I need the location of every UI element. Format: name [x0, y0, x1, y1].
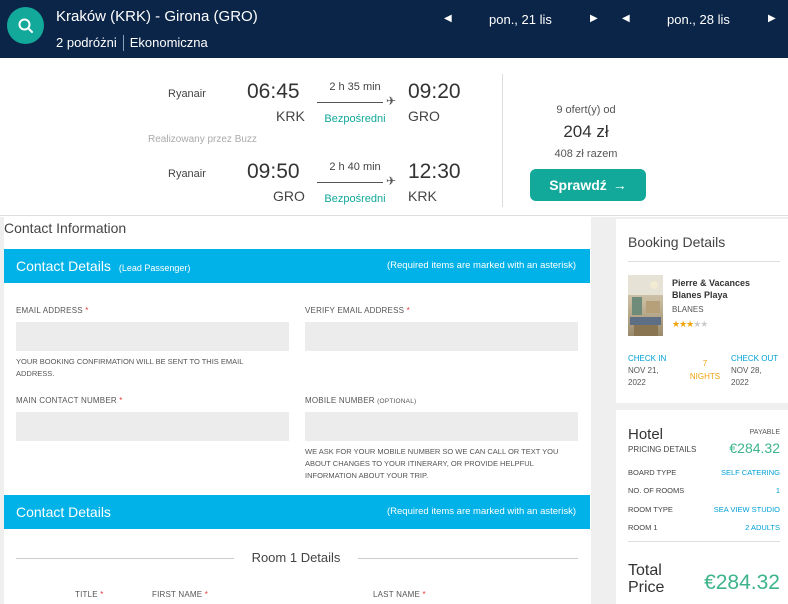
email-field[interactable]	[16, 322, 289, 351]
outbound-duration: 2 h 35 min	[329, 81, 381, 93]
hotel-photo-icon	[628, 275, 663, 336]
outbound-airline: Ryanair	[168, 88, 206, 100]
check-out-label: CHECK OUT	[731, 354, 779, 363]
room-type-value: SEA VIEW STUDIO	[713, 505, 780, 514]
star-full-icon: ★★★	[672, 319, 694, 329]
last-name-label: LAST NAME *	[373, 590, 426, 599]
hotel-image[interactable]	[628, 275, 663, 336]
email-label: EMAIL ADDRESS *	[16, 306, 89, 315]
board-type-value: SELF CATERING	[720, 468, 780, 477]
outbound-route-line	[317, 102, 383, 103]
hotel-payable-price: €284.32	[729, 440, 780, 456]
divider	[628, 261, 780, 262]
contact-details-header: Contact Details (Lead Passenger) (Requir…	[4, 249, 590, 283]
divider	[628, 541, 780, 542]
verify-email-field[interactable]	[305, 322, 578, 351]
required-items-note: (Required items are marked with an aster…	[386, 506, 576, 517]
board-type-label: BOARD TYPE	[628, 468, 677, 477]
payable-label: PAYABLE	[749, 429, 780, 436]
hotel-star-rating: ★★★★★	[672, 319, 708, 330]
divider	[16, 558, 234, 559]
arrow-right-icon: →	[612, 177, 627, 193]
mobile-help-text: WE ASK FOR YOUR MOBILE NUMBER SO WE CAN …	[305, 447, 559, 480]
divider	[122, 35, 124, 51]
check-out-date: NOV 28, 2022	[731, 366, 762, 387]
star-empty-icon: ★★	[693, 319, 708, 329]
outbound-departure-time: 06:45	[247, 80, 300, 103]
email-help-text: YOUR BOOKING CONFIRMATION WILL BE SENT T…	[16, 357, 244, 378]
contact-details-header-2: Contact Details (Required items are mark…	[4, 495, 590, 529]
main-contact-number-field[interactable]	[16, 412, 289, 441]
inbound-arrival-code: KRK	[408, 188, 437, 204]
mobile-number-field[interactable]	[305, 412, 578, 441]
room-1-occupancy: 2 ADULTS	[745, 523, 780, 532]
hotel-name[interactable]: Pierre & Vacances Blanes Playa	[672, 277, 782, 301]
flight-total-price: 408 zł razem	[554, 148, 618, 160]
verify-email-label: VERIFY EMAIL ADDRESS *	[305, 306, 410, 315]
card-divider	[502, 74, 503, 207]
return-date[interactable]: pon., 28 lis	[667, 12, 730, 27]
inbound-stops: Bezpośredni	[324, 193, 386, 205]
search-icon	[18, 18, 33, 33]
room-1-details-heading: Room 1 Details	[251, 550, 341, 565]
outbound-departure-code: KRK	[276, 108, 305, 124]
route-title[interactable]: Kraków (KRK) - Girona (GRO)	[56, 8, 258, 25]
inbound-departure-code: GRO	[273, 188, 305, 204]
nights-count: 7 NIGHTS	[689, 359, 721, 381]
contact-details-title: Contact Details	[16, 504, 111, 520]
trip-meta[interactable]: 2 podróżni Ekonomiczna	[56, 35, 208, 51]
plane-icon: ✈	[386, 94, 397, 108]
rooms-count-value: 1	[775, 486, 780, 495]
total-price: €284.32	[704, 571, 780, 594]
contact-details-title: Contact Details	[16, 258, 111, 274]
next-return-date-arrow[interactable]: ▶	[768, 13, 776, 24]
hotel-location: BLANES	[672, 305, 704, 314]
contact-information-heading: Contact Information	[4, 220, 127, 236]
cabin-class: Ekonomiczna	[129, 35, 208, 50]
check-in-date: NOV 21, 2022	[628, 366, 659, 387]
inbound-departure-time: 09:50	[247, 160, 300, 183]
flight-result-card[interactable]: Ryanair 06:45 KRK 2 h 35 min ✈ Bezpośred…	[0, 58, 788, 216]
pricing-card: Hotel PAYABLE PRICING DETAILS €284.32 BO…	[616, 410, 788, 604]
search-button[interactable]	[7, 7, 44, 44]
booking-details-card: Booking Details Pierre & Vacances Blanes…	[616, 219, 788, 403]
room-type-label: ROOM TYPE	[628, 505, 673, 514]
title-label: TITLE *	[75, 590, 104, 599]
inbound-duration: 2 h 40 min	[329, 161, 381, 173]
depart-date[interactable]: pon., 21 lis	[489, 12, 552, 27]
room-1-label: ROOM 1	[628, 523, 658, 532]
hotel-label: Hotel	[628, 426, 664, 443]
total-price-label: Total Price	[628, 562, 665, 596]
lead-passenger-note: (Lead Passenger)	[118, 263, 191, 273]
required-items-note: (Required items are marked with an aster…	[386, 260, 576, 271]
inbound-airline: Ryanair	[168, 168, 206, 180]
mobile-number-label: MOBILE NUMBER (OPTIONAL)	[305, 396, 417, 405]
inbound-arrival-time: 12:30	[408, 160, 461, 183]
check-in-label: CHECK IN	[628, 354, 667, 363]
plane-icon: ✈	[386, 174, 397, 188]
next-depart-date-arrow[interactable]: ▶	[590, 13, 598, 24]
first-name-label: FIRST NAME *	[152, 590, 209, 599]
outbound-arrival-time: 09:20	[408, 80, 461, 103]
check-offer-label: Sprawdź	[549, 177, 607, 193]
rooms-count-label: NO. OF ROOMS	[628, 486, 685, 495]
booking-details-heading: Booking Details	[628, 234, 726, 250]
offers-count: 9 ofert(y) od	[556, 104, 616, 116]
main-contact-number-label: MAIN CONTACT NUMBER *	[16, 396, 123, 405]
search-summary-bar[interactable]: Kraków (KRK) - Girona (GRO) 2 podróżni E…	[0, 0, 788, 58]
pricing-details-link[interactable]: PRICING DETAILS	[628, 445, 696, 454]
outbound-stops: Bezpośredni	[324, 113, 386, 125]
prev-depart-date-arrow[interactable]: ◀	[444, 13, 452, 24]
divider	[358, 558, 578, 559]
operated-by-note: Realizowany przez Buzz	[148, 134, 257, 145]
check-offer-button[interactable]: Sprawdź →	[530, 169, 646, 201]
outbound-arrival-code: GRO	[408, 108, 440, 124]
prev-return-date-arrow[interactable]: ◀	[622, 13, 630, 24]
passengers-count: 2 podróżni	[56, 35, 117, 50]
inbound-route-line	[317, 182, 383, 183]
flight-price: 204 zł	[563, 122, 609, 141]
booking-section: Contact Information Contact Details (Lea…	[0, 217, 788, 604]
